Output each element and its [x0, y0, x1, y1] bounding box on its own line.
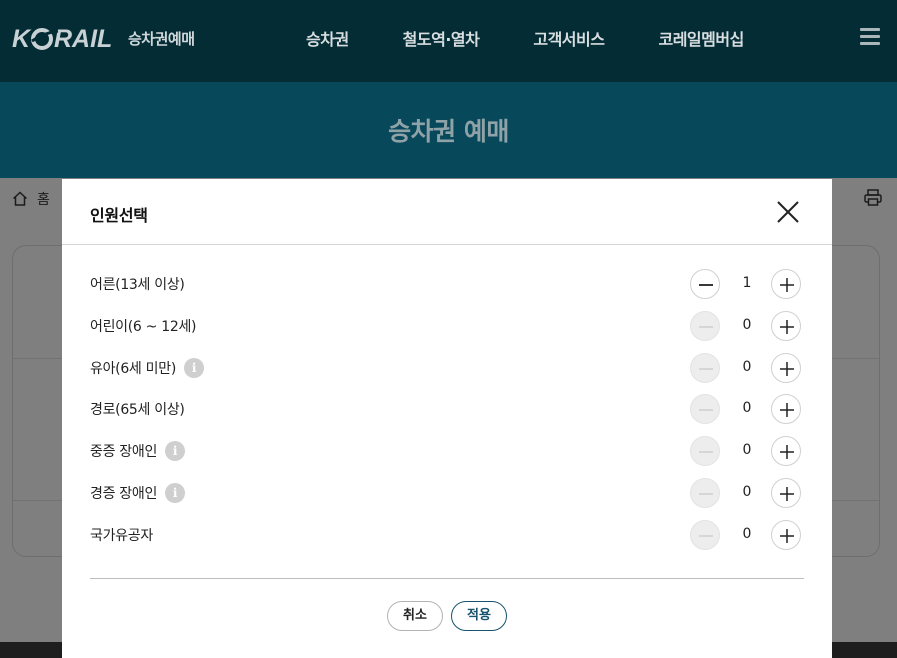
decrease-button[interactable] — [690, 436, 720, 467]
decrease-button[interactable] — [690, 310, 720, 341]
passenger-type-text: 어린이(6 ~ 12세) — [90, 318, 197, 335]
passenger-type-label: 경로(65세 이상) — [90, 399, 185, 419]
passenger-count: 0 — [742, 442, 752, 459]
plus-icon — [780, 319, 794, 334]
passenger-count: 0 — [742, 400, 752, 417]
passenger-type-text: 유아(6세 미만) — [90, 360, 176, 377]
passenger-count: 0 — [742, 525, 752, 542]
passenger-row: 국가유공자 0 — [62, 519, 832, 553]
page-title: 승차권 예매 — [388, 117, 509, 146]
modal-title: 인원선택 — [90, 206, 148, 225]
passenger-type-text: 어른(13세 이상) — [90, 277, 185, 293]
plus-icon — [780, 487, 794, 502]
passenger-type-text: 경로(65세 이상) — [90, 402, 185, 419]
decrease-button[interactable] — [690, 519, 720, 550]
increase-button[interactable] — [771, 436, 801, 467]
passenger-count: 0 — [742, 316, 752, 333]
increase-button[interactable] — [771, 352, 801, 383]
minus-icon — [699, 451, 713, 454]
info-icon[interactable]: i — [165, 441, 186, 462]
minus-icon — [699, 535, 713, 537]
passenger-select-modal: 인원선택 어른(13세 이상) 1 어린이(6 ~ 12세) 0 유아(6세 미만) i 0… — [62, 179, 832, 658]
increase-button[interactable] — [771, 310, 801, 341]
hamburger-menu-icon[interactable] — [858, 27, 882, 47]
plus-icon — [780, 445, 794, 460]
nav-item-customer-service[interactable]: 고객서비스 — [533, 26, 605, 52]
page-banner: 승차권 예매 — [0, 82, 897, 178]
logo-subtitle: 승차권예매 — [128, 29, 195, 48]
passenger-type-label: 중증 장애인 i — [90, 441, 186, 462]
plus-icon — [780, 361, 794, 376]
modal-footer-divider — [90, 578, 804, 579]
main-nav: 승차권 철도역·열차 고객서비스 코레일멤버십 — [306, 26, 798, 52]
close-icon[interactable] — [775, 199, 801, 225]
cancel-button[interactable]: 취소 — [387, 601, 443, 631]
passenger-row: 유아(6세 미만) i 0 — [62, 352, 832, 386]
home-icon[interactable] — [12, 191, 28, 206]
decrease-button[interactable] — [690, 394, 720, 425]
decrease-button[interactable] — [690, 352, 720, 383]
passenger-type-text: 경증 장애인 — [90, 486, 158, 503]
plus-icon — [780, 403, 794, 418]
passenger-type-label: 어린이(6 ~ 12세) — [90, 316, 197, 336]
passenger-type-text: 중증 장애인 — [90, 444, 158, 461]
minus-icon — [699, 284, 713, 286]
svg-text:K: K — [12, 25, 32, 51]
passenger-type-label: 국가유공자 — [90, 525, 153, 545]
nav-item-stations-trains[interactable]: 철도역·열차 — [403, 26, 480, 52]
minus-icon — [699, 409, 713, 412]
passenger-row: 어린이(6 ~ 12세) 0 — [62, 310, 832, 344]
nav-item-membership[interactable]: 코레일멤버십 — [658, 26, 744, 52]
passenger-type-label: 어른(13세 이상) — [90, 274, 185, 294]
increase-button[interactable] — [771, 269, 801, 299]
passenger-count: 1 — [742, 275, 752, 291]
passenger-row: 경로(65세 이상) 0 — [62, 393, 832, 427]
nav-item-tickets[interactable]: 승차권 — [306, 26, 349, 52]
print-icon[interactable] — [864, 189, 882, 206]
passenger-type-label: 유아(6세 미만) i — [90, 357, 204, 378]
passenger-type-text: 국가유공자 — [90, 527, 153, 544]
passenger-row: 어른(13세 이상) 1 — [62, 268, 832, 302]
apply-button[interactable]: 적용 — [451, 601, 507, 631]
passenger-type-label: 경증 장애인 i — [90, 483, 186, 504]
info-icon[interactable]: i — [165, 483, 186, 504]
decrease-button[interactable] — [690, 269, 720, 299]
decrease-button[interactable] — [690, 478, 720, 509]
increase-button[interactable] — [771, 394, 801, 425]
passenger-row: 경증 장애인 i 0 — [62, 477, 832, 511]
increase-button[interactable] — [771, 519, 801, 550]
passenger-count: 0 — [742, 484, 752, 501]
passenger-row: 중증 장애인 i 0 — [62, 435, 832, 469]
minus-icon — [699, 367, 713, 370]
minus-icon — [699, 493, 713, 496]
breadcrumb-home[interactable]: 홈 — [37, 189, 50, 209]
info-icon[interactable]: i — [183, 357, 204, 378]
korail-logo-word: K RAIL — [12, 25, 122, 51]
plus-icon — [780, 528, 794, 543]
top-header: K RAIL 승차권예매 승차권 철도역·열차 고객서비스 코레일멤버십 — [0, 0, 897, 82]
increase-button[interactable] — [771, 478, 801, 509]
minus-icon — [699, 325, 713, 328]
modal-header-divider — [62, 244, 832, 245]
korail-logo[interactable]: K RAIL 승차권예매 — [12, 22, 195, 54]
passenger-count: 0 — [742, 358, 752, 375]
svg-text:RAIL: RAIL — [54, 25, 112, 51]
plus-icon — [780, 278, 794, 292]
